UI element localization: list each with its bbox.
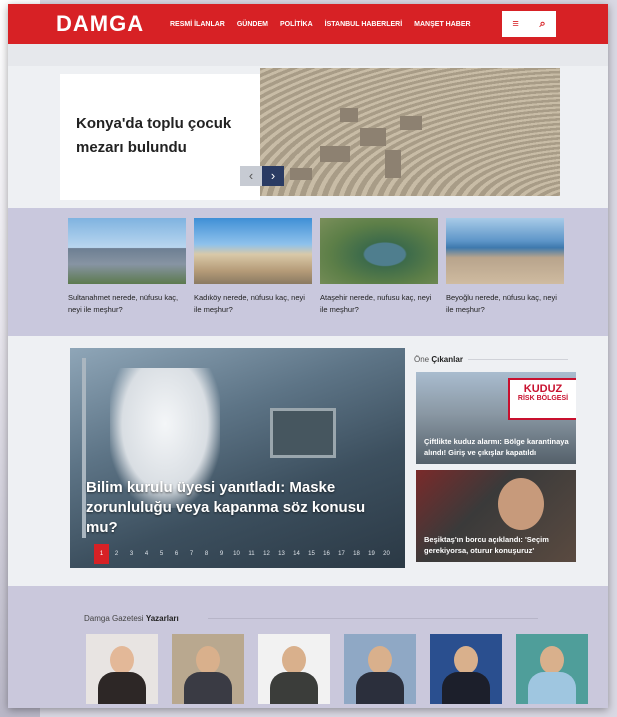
site-logo[interactable]: DAMGA (56, 11, 166, 37)
site-header: DAMGA RESMİ İLANLAR GÜNDEM POLİTİKA İSTA… (8, 4, 608, 44)
nav-item-resmi-ilanlar[interactable]: RESMİ İLANLAR (170, 21, 225, 28)
thumb-card[interactable]: Ataşehir nerede, nufusu kaç, neyi ile me… (320, 218, 438, 316)
ruin-stone (340, 108, 358, 122)
hero-title[interactable]: Konya'da toplu çocuk mezarı bulundu (76, 112, 246, 160)
featured-title[interactable]: Bilim kurulu üyesi yanıtladı: Maske zoru… (86, 478, 396, 538)
thumb-caption[interactable]: Sultanahmet nerede, nüfusu kaç, neyi ile… (68, 292, 186, 316)
pager-item[interactable]: 5 (154, 544, 169, 564)
featured-label-bold: Çıkanlar (431, 355, 463, 364)
highlight-title[interactable]: Beşiktaş'ın borcu açıklandı: 'Seçim gere… (424, 534, 570, 556)
authors-title-bold: Yazarları (145, 614, 179, 623)
pager-item[interactable]: 4 (139, 544, 154, 564)
author-body (356, 672, 404, 704)
pager-item[interactable]: 10 (229, 544, 244, 564)
authors-title: Damga Gazetesi Yazarları (84, 614, 179, 623)
ruin-stone (360, 128, 386, 146)
pager-item[interactable]: 18 (349, 544, 364, 564)
section-divider (468, 359, 568, 360)
highlight-card[interactable]: KUDUZ RİSK BÖLGESİ Çiftlikte kuduz alarm… (416, 372, 576, 464)
thumb-card[interactable]: Beyoğlu nerede, nüfusu kaç, neyi ile meş… (446, 218, 564, 316)
pager-item[interactable]: 9 (214, 544, 229, 564)
featured-pager: 1 2 3 4 5 6 7 8 9 10 11 12 13 14 15 16 17 18 19 20 (94, 544, 394, 564)
thumb-card[interactable]: Kadıköy nerede, nüfusu kaç, neyi ile meş… (194, 218, 312, 316)
author-card[interactable] (86, 634, 158, 704)
ruin-stone (320, 146, 350, 162)
pager-item[interactable]: 15 (304, 544, 319, 564)
menu-icon[interactable]: ≡ (512, 18, 518, 30)
sign-line-2: RİSK BÖLGESİ (517, 395, 569, 402)
pager-item[interactable]: 16 (319, 544, 334, 564)
prev-arrow-icon[interactable]: ‹ (240, 166, 262, 186)
medical-monitor (270, 408, 336, 458)
avatar (454, 646, 478, 674)
ruin-stone (290, 168, 312, 180)
author-body (528, 672, 576, 704)
pager-item[interactable]: 14 (289, 544, 304, 564)
pager-item[interactable]: 11 (244, 544, 259, 564)
website-page: DAMGA RESMİ İLANLAR GÜNDEM POLİTİKA İSTA… (8, 4, 608, 708)
kuduz-sign: KUDUZ RİSK BÖLGESİ (508, 378, 576, 420)
thumb-caption[interactable]: Beyoğlu nerede, nüfusu kaç, neyi ile meş… (446, 292, 564, 316)
thumb-image[interactable] (446, 218, 564, 284)
author-card[interactable] (172, 634, 244, 704)
thumb-caption[interactable]: Kadıköy nerede, nüfusu kaç, neyi ile meş… (194, 292, 312, 316)
nav-item-istanbul-haberleri[interactable]: İSTANBUL HABERLERİ (325, 21, 403, 28)
header-actions: ≡ ⌕ (502, 11, 556, 37)
author-card[interactable] (516, 634, 588, 704)
featured-slider[interactable]: Bilim kurulu üyesi yanıtladı: Maske zoru… (70, 348, 405, 568)
thumb-image[interactable] (68, 218, 186, 284)
hero-slider-controls: ‹ › (240, 166, 284, 186)
ruin-stone (385, 150, 401, 178)
sign-line-1: KUDUZ (523, 383, 563, 395)
pager-item[interactable]: 17 (334, 544, 349, 564)
avatar (282, 646, 306, 674)
pager-item[interactable]: 1 (94, 544, 109, 564)
pager-item[interactable]: 8 (199, 544, 214, 564)
featured-label-prefix: Öne (414, 355, 430, 364)
highlight-card[interactable]: Beşiktaş'ın borcu açıklandı: 'Seçim gere… (416, 470, 576, 562)
next-arrow-icon[interactable]: › (262, 166, 284, 186)
author-card[interactable] (430, 634, 502, 704)
author-body (98, 672, 146, 704)
pager-item[interactable]: 12 (259, 544, 274, 564)
nav-item-manset-haber[interactable]: MANŞET HABER (414, 21, 470, 28)
pager-item[interactable]: 3 (124, 544, 139, 564)
avatar (540, 646, 564, 674)
authors-title-prefix: Damga Gazetesi (84, 614, 144, 623)
hero-image[interactable] (260, 68, 560, 196)
thumb-image[interactable] (320, 218, 438, 284)
pager-item[interactable]: 20 (379, 544, 394, 564)
nav-item-gundem[interactable]: GÜNDEM (237, 21, 268, 28)
section-divider (208, 618, 538, 619)
main-nav: RESMİ İLANLAR GÜNDEM POLİTİKA İSTANBUL H… (170, 21, 471, 28)
author-card[interactable] (344, 634, 416, 704)
header-strip (8, 44, 608, 66)
ruin-stone (400, 116, 422, 130)
pager-item[interactable]: 2 (109, 544, 124, 564)
thumb-caption[interactable]: Ataşehir nerede, nufusu kaç, neyi ile me… (320, 292, 438, 316)
highlight-title[interactable]: Çiftlikte kuduz alarmı: Bölge karantinay… (424, 436, 570, 458)
thumb-card[interactable]: Sultanahmet nerede, nüfusu kaç, neyi ile… (68, 218, 186, 316)
author-body (442, 672, 490, 704)
pager-item[interactable]: 19 (364, 544, 379, 564)
author-card[interactable] (258, 634, 330, 704)
avatar (368, 646, 392, 674)
pager-item[interactable]: 13 (274, 544, 289, 564)
thumbs-band: Sultanahmet nerede, nüfusu kaç, neyi ile… (8, 208, 608, 336)
avatar (110, 646, 134, 674)
featured-section-label: Öne Çıkanlar (414, 355, 463, 364)
search-icon[interactable]: ⌕ (539, 18, 545, 31)
author-body (270, 672, 318, 704)
hero-card[interactable]: Konya'da toplu çocuk mezarı bulundu (60, 74, 260, 200)
thumb-image[interactable] (194, 218, 312, 284)
avatar (196, 646, 220, 674)
author-body (184, 672, 232, 704)
nav-item-politika[interactable]: POLİTİKA (280, 21, 313, 28)
person-photo (498, 478, 544, 530)
pager-item[interactable]: 6 (169, 544, 184, 564)
pager-item[interactable]: 7 (184, 544, 199, 564)
